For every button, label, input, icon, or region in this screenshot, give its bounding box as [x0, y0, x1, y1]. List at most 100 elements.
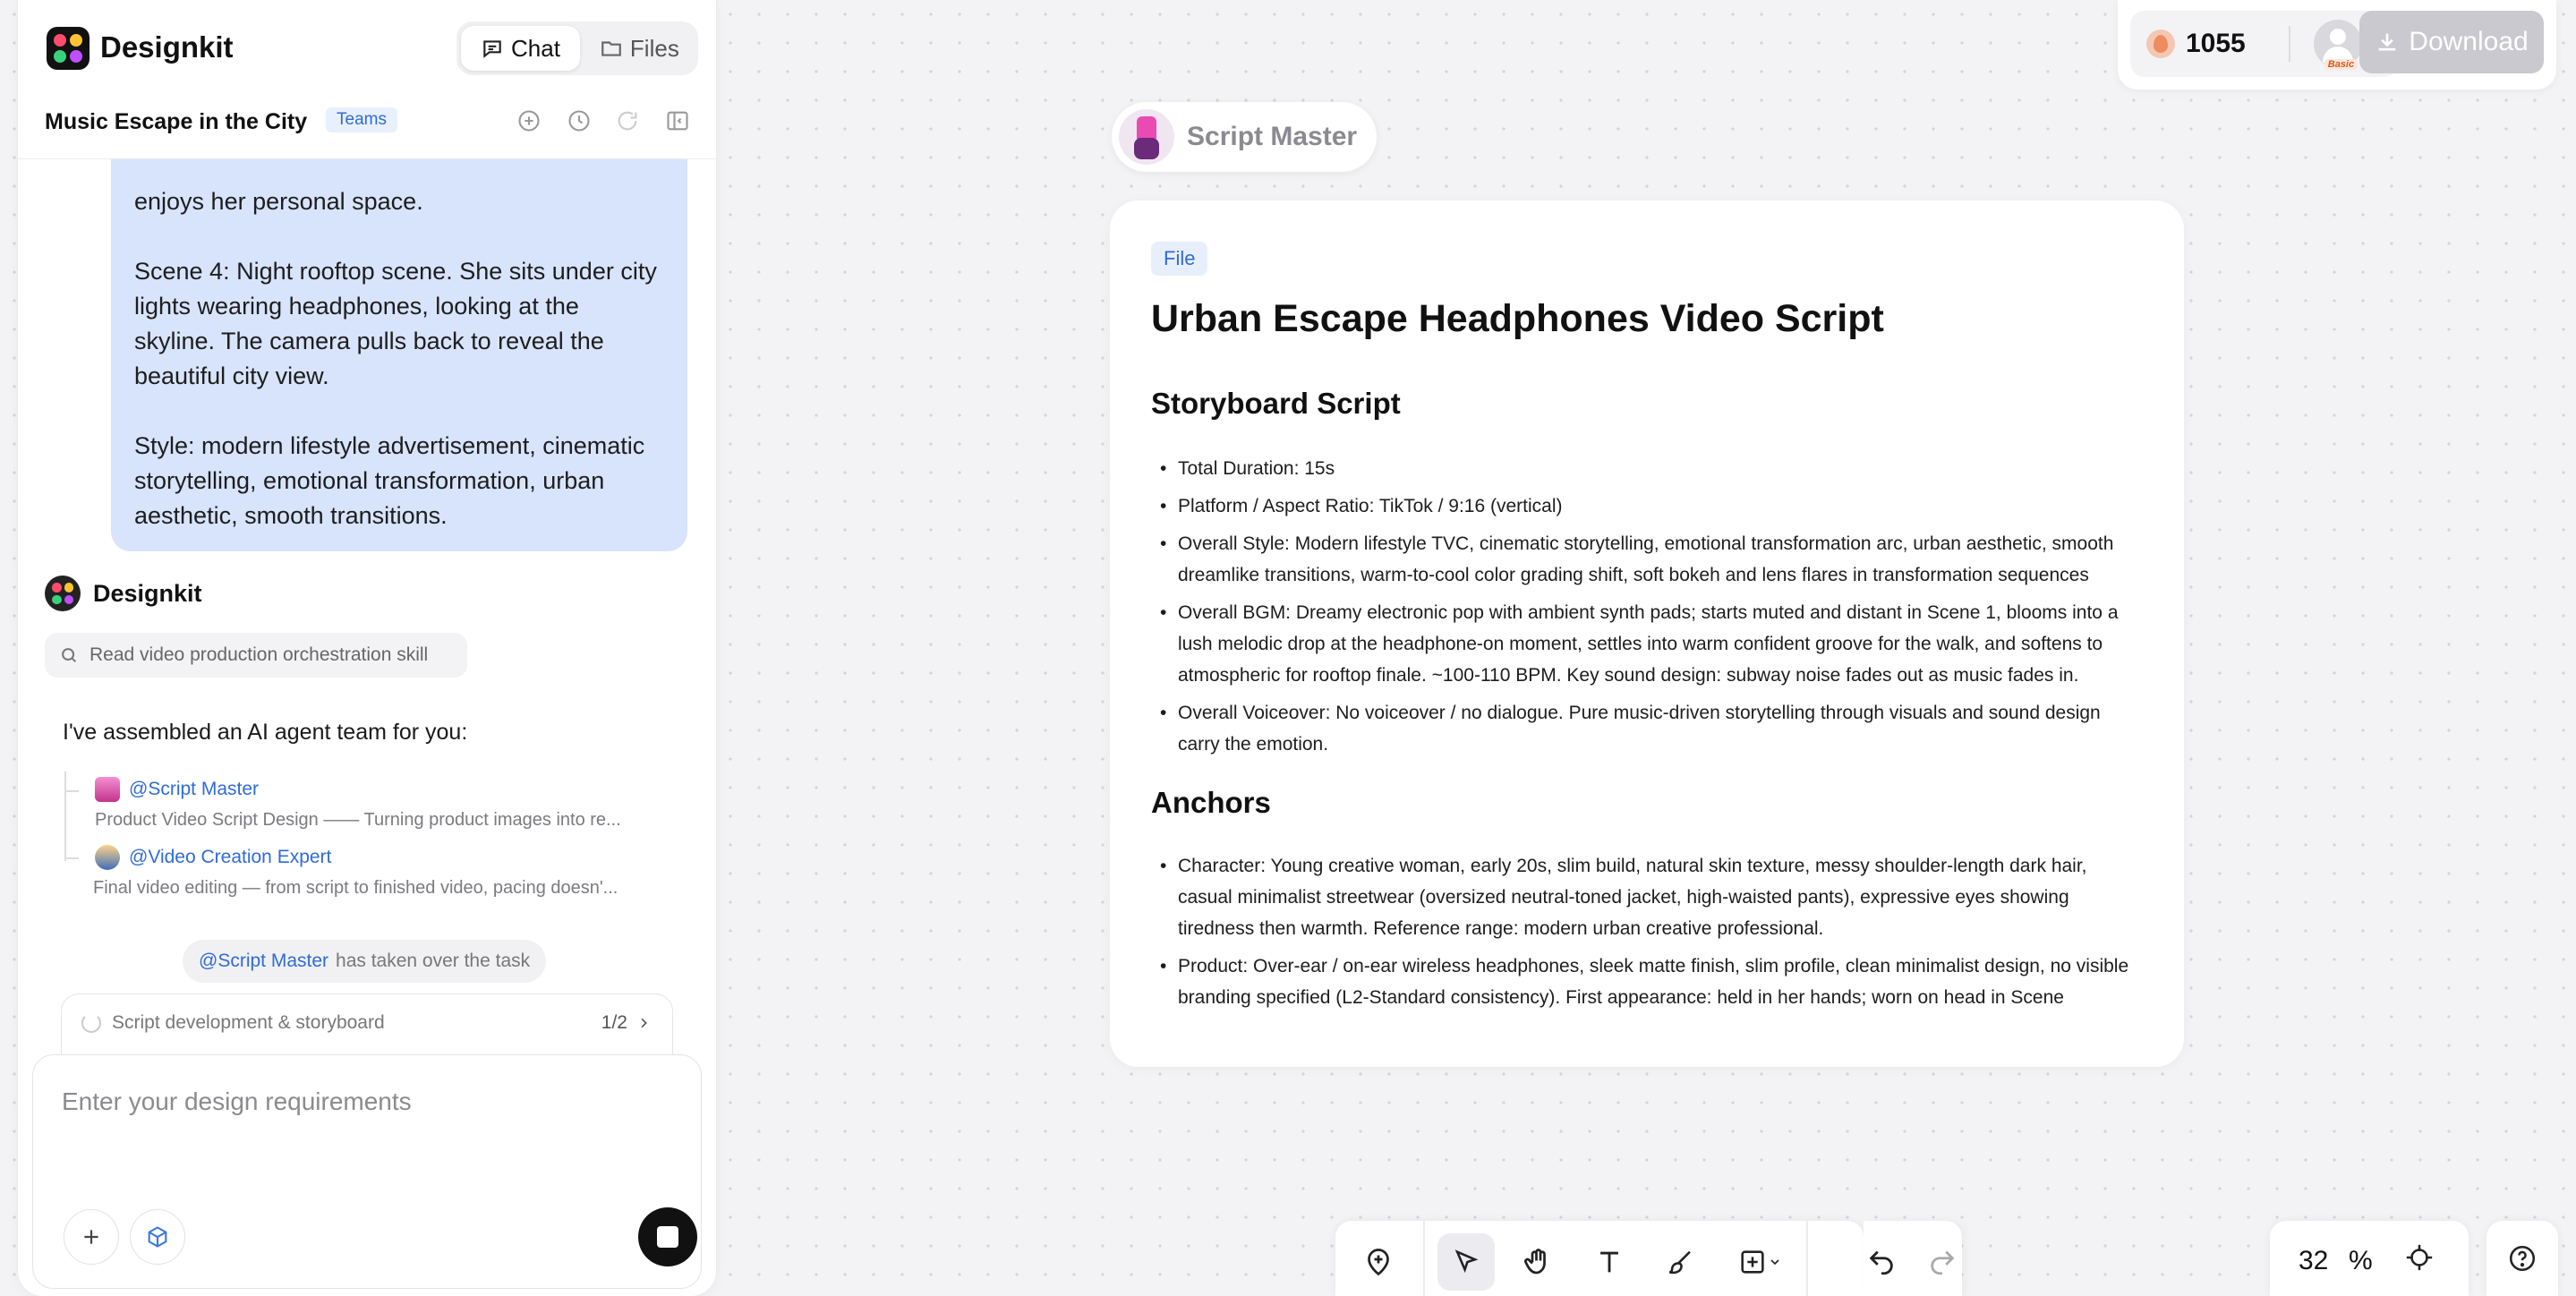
project-bar: Music Escape in the City Teams [18, 97, 716, 159]
divider [2288, 26, 2290, 62]
undo-icon [1869, 1250, 1893, 1275]
folder-icon [601, 41, 621, 56]
task-progress: 1/2 [601, 1012, 651, 1034]
agent-chip-label: Script Master [1187, 122, 1358, 151]
clock-icon [568, 110, 590, 132]
insert-shape-button[interactable] [1724, 1233, 1796, 1291]
chat-icon [483, 40, 501, 58]
model-select-button[interactable] [130, 1209, 185, 1265]
crosshair-icon [2406, 1244, 2433, 1271]
bot-header: Designkit [45, 576, 202, 611]
add-attachment-button[interactable] [64, 1209, 119, 1265]
task-progress-value: 1/2 [601, 1012, 627, 1033]
select-tool-button[interactable] [1437, 1233, 1495, 1291]
assembled-text: I've assembled an AI agent team for you: [63, 720, 468, 745]
user-message-line: Style: modern lifestyle advertisement, c… [134, 432, 645, 529]
zoom-value[interactable]: 32 [2299, 1246, 2328, 1276]
hand-tool-button[interactable] [1509, 1233, 1566, 1291]
redo-button[interactable] [1914, 1233, 1971, 1291]
hand-icon [1524, 1249, 1546, 1275]
list-item: Character: Young creative woman, early 2… [1151, 850, 2145, 944]
agent-mention[interactable]: @Video Creation Expert [129, 847, 331, 868]
prompt-input-box[interactable]: Enter your design requirements [32, 1054, 702, 1289]
task-progress-card[interactable]: Script development & storyboard 1/2 [61, 993, 673, 1054]
download-button[interactable]: Download [2359, 11, 2544, 73]
storyboard-list: Total Duration: 15s Platform / Aspect Ra… [1151, 453, 2145, 766]
project-title: Music Escape in the City [45, 109, 308, 134]
tab-files[interactable]: Files [580, 26, 699, 71]
tab-files-label: Files [629, 34, 679, 62]
history-button[interactable] [564, 106, 594, 136]
brush-tool-button[interactable] [1652, 1233, 1710, 1291]
undo-button[interactable] [1853, 1233, 1910, 1291]
zoom-unit: % [2349, 1246, 2373, 1275]
plus-icon [84, 1230, 98, 1244]
view-switcher: Chat Files [456, 21, 698, 75]
script-document[interactable]: File Urban Escape Headphones Video Scrip… [1110, 200, 2184, 1067]
search-icon [62, 648, 77, 663]
takeover-notice: @Script Master has taken over the task [183, 940, 547, 983]
collapse-panel-button[interactable] [662, 106, 693, 136]
agent-mention[interactable]: @Script Master [129, 779, 259, 800]
skill-status-pill[interactable]: Read video production orchestration skil… [45, 633, 467, 678]
agent-description: Final video editing — from script to fin… [93, 878, 618, 898]
anchors-list: Character: Young creative woman, early 2… [1151, 850, 2145, 1019]
user-avatar[interactable]: Basic [2313, 20, 2362, 70]
zoom-control[interactable]: 32 % [2270, 1221, 2469, 1296]
section-heading: Anchors [1151, 786, 1271, 819]
ai-add-button[interactable] [1350, 1233, 1407, 1291]
brush-icon [1668, 1250, 1691, 1275]
user-message-bubble: enjoys her personal space. Scene 4: Nigh… [111, 159, 687, 551]
agent-item[interactable]: @Video Creation Expert [95, 845, 331, 870]
credits-value: 1055 [2186, 29, 2246, 58]
document-title: Urban Escape Headphones Video Script [1151, 297, 1884, 340]
section-heading: Storyboard Script [1151, 387, 1401, 420]
help-icon [2509, 1245, 2536, 1272]
chat-messages[interactable]: enjoys her personal space. Scene 4: Nigh… [18, 159, 716, 1054]
script-master-chip[interactable]: Script Master [1112, 102, 1378, 172]
text-tool-button[interactable] [1581, 1233, 1638, 1291]
cursor-icon [1454, 1249, 1479, 1274]
download-label: Download [2409, 27, 2529, 56]
chat-panel: Designkit Chat Files enjoys her personal… [18, 0, 716, 1296]
list-item: Overall Style: Modern lifestyle TVC, cin… [1151, 528, 2145, 591]
list-item: Overall Voiceover: No voiceover / no dia… [1151, 697, 2145, 760]
prompt-input-placeholder[interactable]: Enter your design requirements [62, 1087, 412, 1116]
plus-square-icon [1741, 1250, 1764, 1274]
list-item: Platform / Aspect Ratio: TikTok / 9:16 (… [1151, 490, 2145, 522]
takeover-mention[interactable]: @Script Master [199, 951, 328, 972]
tree-connector [64, 857, 79, 859]
bot-name: Designkit [93, 579, 202, 607]
agent-description: Product Video Script Design —— Turning p… [95, 810, 621, 830]
download-icon [2378, 33, 2396, 51]
new-chat-button[interactable] [514, 106, 544, 136]
refresh-icon [618, 111, 637, 131]
history-toolbar [1864, 1221, 1962, 1296]
takeover-text: has taken over the task [336, 951, 531, 971]
bot-avatar [45, 576, 81, 611]
panel-header: Designkit Chat Files [18, 0, 716, 97]
tree-connector [64, 772, 66, 861]
stop-button[interactable] [638, 1207, 697, 1266]
fit-view-button[interactable] [2404, 1242, 2435, 1277]
list-item: Product: Over-ear / on-ear wireless head… [1151, 951, 2145, 1013]
video-expert-avatar [95, 845, 120, 870]
cube-icon [148, 1226, 167, 1248]
skill-label: Read video production orchestration skil… [90, 644, 429, 665]
credits-display[interactable]: 1055 Basic [2130, 11, 2399, 77]
teams-badge: Teams [326, 107, 397, 132]
refresh-button[interactable] [612, 106, 643, 136]
chevron-right-icon [641, 1018, 647, 1028]
sidebar-collapse-icon [667, 111, 688, 131]
stop-icon [657, 1226, 678, 1248]
redo-icon [1931, 1250, 1955, 1275]
credit-coin-icon [2146, 30, 2175, 58]
list-item: Total Duration: 15s [1151, 453, 2145, 484]
text-icon [1600, 1251, 1618, 1273]
tab-chat[interactable]: Chat [461, 26, 580, 71]
app-logo-icon [47, 27, 90, 70]
agent-item[interactable]: @Script Master [95, 777, 259, 802]
help-button[interactable] [2486, 1221, 2558, 1296]
plan-badge: Basic [2324, 59, 2358, 70]
loading-spinner-icon [81, 1013, 101, 1033]
